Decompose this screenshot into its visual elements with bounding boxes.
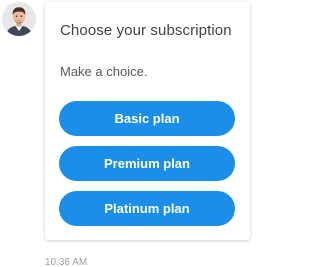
premium-plan-button[interactable]: Premium plan — [59, 146, 235, 181]
platinum-plan-button[interactable]: Platinum plan — [59, 191, 235, 226]
user-avatar-icon — [2, 2, 36, 36]
message-timestamp: 10:36 AM — [45, 257, 88, 267]
subscription-message-card: Choose your subscription Make a choice. … — [45, 2, 250, 240]
message-title: Choose your subscription — [60, 22, 232, 39]
message-subtitle: Make a choice. — [60, 64, 148, 79]
basic-plan-button[interactable]: Basic plan — [59, 101, 235, 136]
chat-conversation: Choose your subscription Make a choice. … — [0, 0, 252, 267]
bot-avatar — [2, 2, 36, 36]
